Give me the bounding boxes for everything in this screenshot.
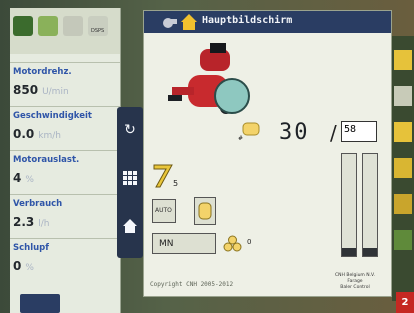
copyright-text: Copyright CNH 2005-2012 [150,281,234,288]
dock-key-6-icon[interactable] [394,230,412,250]
fill-bar-right-level [363,248,377,256]
fill-bar-left-level [342,248,356,256]
fill-bar-left [341,153,357,257]
baler-graphic [168,43,250,114]
svg-text:#: # [238,135,243,142]
stat-label: Motorauslast. [13,155,80,165]
dock-key-4-icon[interactable] [394,158,412,178]
stat-value: 0% [13,259,34,273]
device-info: CNH Belgium N.V. Farage Baler Control [335,273,375,290]
dsps-label: DSPS [91,28,105,34]
grid-menu-icon[interactable] [120,165,140,191]
home-icon[interactable] [180,13,198,31]
dock-key-2-icon[interactable] [394,86,412,106]
stat-label: Motordrehz. [13,67,72,77]
page-title: Hauptbildschirm [202,15,293,26]
hitch-icon[interactable] [63,16,83,36]
dock-key-3-icon[interactable] [394,122,412,142]
top-icon-row: DSPS [10,8,120,54]
dock-key-1-icon[interactable] [394,50,412,70]
stat-engine-speed: Motordrehz. 850 U/min [10,62,120,107]
stat-engine-load: Motorauslast. 4% [10,150,120,195]
dock-key-5-icon[interactable] [394,194,412,214]
baler-icon[interactable] [162,15,178,29]
title-bar: Hauptbildschirm [144,11,391,33]
knives-count: 5 [173,179,179,188]
dsps-icon[interactable]: DSPS [88,16,108,36]
stat-value: 0.0 km/h [13,127,61,141]
bottom-softkey[interactable] [20,294,60,313]
bale-density-icon [198,202,212,220]
stat-label: Geschwindigkeit [13,111,92,121]
stat-slip: Schlupf 0% [10,238,120,283]
stat-ground-speed: Geschwindigkeit 0.0 km/h [10,106,120,151]
bale-density-button[interactable] [194,197,216,225]
left-status-panel: DSPS Motordrehz. 850 U/min Geschwindigkei… [10,8,121,313]
pto-icon[interactable] [38,16,58,36]
stat-value: 2.3 l/h [13,215,50,229]
stat-value: 4% [13,171,34,185]
auto-mode-button[interactable]: AUTO [152,199,176,223]
navigation-strip: ↻ [117,107,143,258]
page-number-badge: 2 [396,292,414,313]
bale-count: 30 [279,120,310,145]
stat-fuel-consumption: Verbrauch 2.3 l/h [10,194,120,239]
right-softkey-dock [392,36,414,301]
stat-value: 850 U/min [13,83,69,97]
bale-stack-icon [223,235,242,252]
bale-stack-count: 0 [247,238,252,246]
stat-label: Verbrauch [13,199,63,209]
bale-icon: # [238,122,260,142]
count-divider: / [330,121,337,145]
bale-target-field[interactable]: 58 [341,121,377,142]
crop-select[interactable]: MN [152,233,216,254]
stat-label: Schlupf [13,243,49,253]
refresh-icon[interactable]: ↻ [120,117,140,143]
fill-bar-right [362,153,378,257]
home-icon[interactable] [120,213,140,239]
main-screen: Hauptbildschirm # 30 / 58 5 AUTO MN 0 Co… [143,10,392,297]
tractor-icon[interactable] [13,16,33,36]
